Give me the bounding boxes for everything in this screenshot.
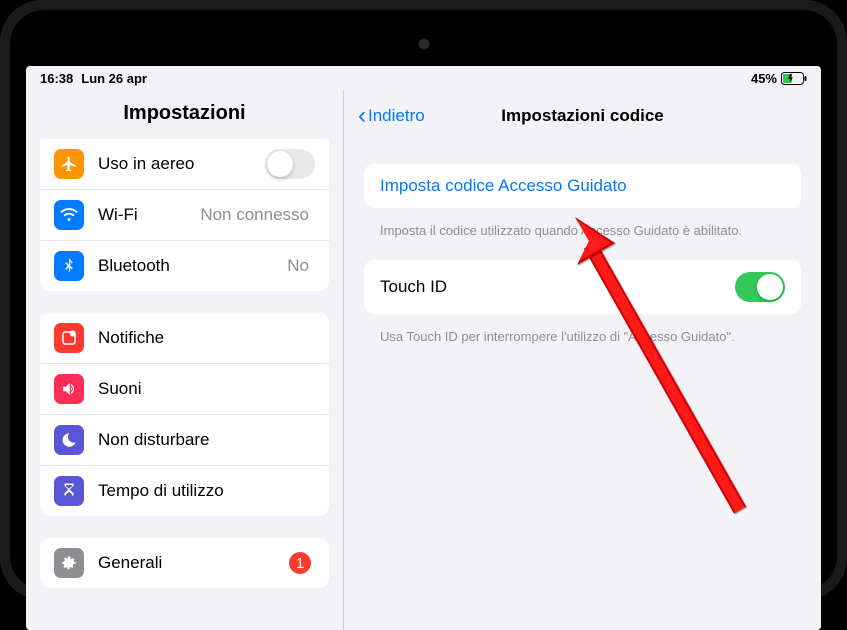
detail-pane[interactable]: ‹ Indietro Impostazioni codice Imposta c… xyxy=(344,90,821,630)
gear-icon xyxy=(54,548,84,578)
split-view: Impostazioni Uso in aereo xyxy=(26,90,821,630)
row-label: Uso in aereo xyxy=(98,154,265,174)
connectivity-group: Uso in aereo Wi-Fi Non connesso xyxy=(40,139,329,291)
detail-header: ‹ Indietro Impostazioni codice xyxy=(344,90,821,144)
row-label: Bluetooth xyxy=(98,256,287,276)
chevron-left-icon: ‹ xyxy=(358,102,366,130)
row-label: Notifiche xyxy=(98,328,315,348)
airplane-icon xyxy=(54,149,84,179)
set-passcode-row[interactable]: Imposta codice Accesso Guidato xyxy=(364,164,801,208)
sidebar-title: Impostazioni xyxy=(26,90,343,139)
touch-id-toggle[interactable] xyxy=(735,272,785,302)
touch-id-label: Touch ID xyxy=(380,277,447,297)
notifications-icon xyxy=(54,323,84,353)
status-battery-pct: 45% xyxy=(751,71,777,86)
general-group: Generali 1 xyxy=(40,538,329,588)
sidebar-item-bluetooth[interactable]: Bluetooth No xyxy=(40,241,329,291)
alerts-group: Notifiche Suoni Non distur xyxy=(40,313,329,516)
moon-icon xyxy=(54,425,84,455)
back-button[interactable]: ‹ Indietro xyxy=(358,102,425,130)
passcode-group: Imposta codice Accesso Guidato xyxy=(364,164,801,208)
row-label: Non disturbare xyxy=(98,430,315,450)
settings-sidebar[interactable]: Impostazioni Uso in aereo xyxy=(26,90,344,630)
back-label: Indietro xyxy=(368,106,425,126)
row-label: Wi-Fi xyxy=(98,205,200,225)
hourglass-icon xyxy=(54,476,84,506)
row-detail: Non connesso xyxy=(200,205,309,225)
badge: 1 xyxy=(289,552,311,574)
touch-id-row[interactable]: Touch ID xyxy=(364,260,801,314)
sidebar-item-general[interactable]: Generali 1 xyxy=(40,538,329,588)
front-camera xyxy=(418,38,430,50)
set-passcode-link[interactable]: Imposta codice Accesso Guidato xyxy=(380,176,627,196)
sidebar-item-airplane[interactable]: Uso in aereo xyxy=(40,139,329,190)
row-detail: No xyxy=(287,256,309,276)
sidebar-item-notifications[interactable]: Notifiche xyxy=(40,313,329,364)
detail-body: Imposta codice Accesso Guidato Imposta i… xyxy=(344,144,821,365)
row-label: Generali xyxy=(98,553,289,573)
touchid-group: Touch ID xyxy=(364,260,801,314)
sidebar-item-sounds[interactable]: Suoni xyxy=(40,364,329,415)
status-bar: 16:38 Lun 26 apr 45% xyxy=(26,66,821,90)
row-label: Tempo di utilizzo xyxy=(98,481,315,501)
device-frame: 16:38 Lun 26 apr 45% Impostazioni xyxy=(0,0,847,600)
sounds-icon xyxy=(54,374,84,404)
battery-icon xyxy=(781,72,807,85)
device-bezel: 16:38 Lun 26 apr 45% Impostazioni xyxy=(10,10,837,590)
status-date: Lun 26 apr xyxy=(81,71,147,86)
sidebar-item-wifi[interactable]: Wi-Fi Non connesso xyxy=(40,190,329,241)
airplane-toggle[interactable] xyxy=(265,149,315,179)
status-time: 16:38 xyxy=(40,71,73,86)
touchid-footer: Usa Touch ID per interrompere l'utilizzo… xyxy=(364,322,801,366)
passcode-footer: Imposta il codice utilizzato quando Acce… xyxy=(364,216,801,260)
detail-title: Impostazioni codice xyxy=(501,106,663,126)
screen: 16:38 Lun 26 apr 45% Impostazioni xyxy=(26,66,821,630)
bluetooth-icon xyxy=(54,251,84,281)
row-label: Suoni xyxy=(98,379,315,399)
sidebar-item-dnd[interactable]: Non disturbare xyxy=(40,415,329,466)
wifi-icon xyxy=(54,200,84,230)
sidebar-item-screentime[interactable]: Tempo di utilizzo xyxy=(40,466,329,516)
